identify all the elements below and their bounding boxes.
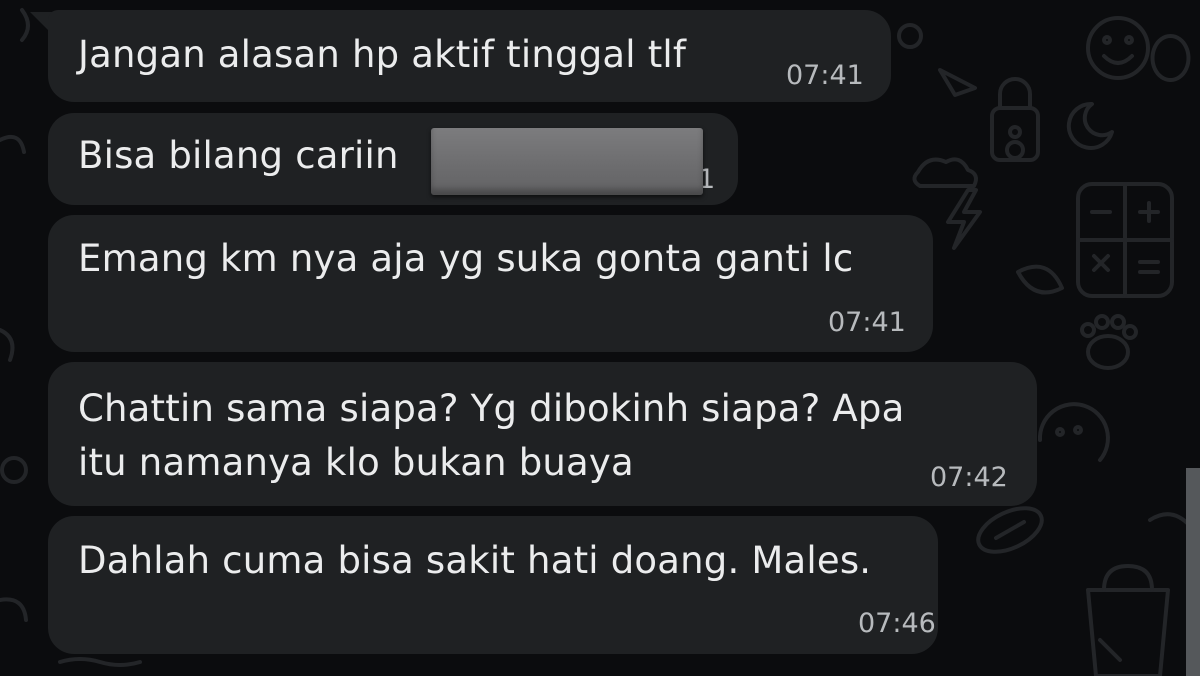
redaction-block bbox=[431, 128, 703, 195]
message-text: itu namanya klo bukan buaya bbox=[78, 441, 634, 484]
scrollbar-thumb[interactable] bbox=[1186, 468, 1200, 676]
message-bubble[interactable]: Jangan alasan hp aktif tinggal tlf 07:41 bbox=[48, 10, 891, 102]
message-timestamp: 07:46 bbox=[858, 608, 936, 639]
message-timestamp: 07:41 bbox=[786, 60, 864, 91]
message-text: Bisa bilang cariin bbox=[78, 134, 399, 177]
message-bubble[interactable]: Emang km nya aja yg suka gonta ganti lc … bbox=[48, 215, 933, 352]
message-timestamp: 07:41 bbox=[828, 307, 906, 338]
message-bubble[interactable]: Chattin sama siapa? Yg dibokinh siapa? A… bbox=[48, 362, 1037, 506]
message-text: Emang km nya aja yg suka gonta ganti lc bbox=[78, 237, 854, 280]
message-text: Dahlah cuma bisa sakit hati doang. Males… bbox=[78, 539, 872, 582]
message-text: Jangan alasan hp aktif tinggal tlf bbox=[78, 33, 687, 76]
chat-message-list[interactable]: Jangan alasan hp aktif tinggal tlf 07:41… bbox=[0, 0, 1200, 676]
message-bubble[interactable]: Dahlah cuma bisa sakit hati doang. Males… bbox=[48, 516, 938, 654]
message-timestamp: 07:42 bbox=[930, 462, 1008, 493]
message-text: Chattin sama siapa? Yg dibokinh siapa? A… bbox=[78, 387, 905, 430]
